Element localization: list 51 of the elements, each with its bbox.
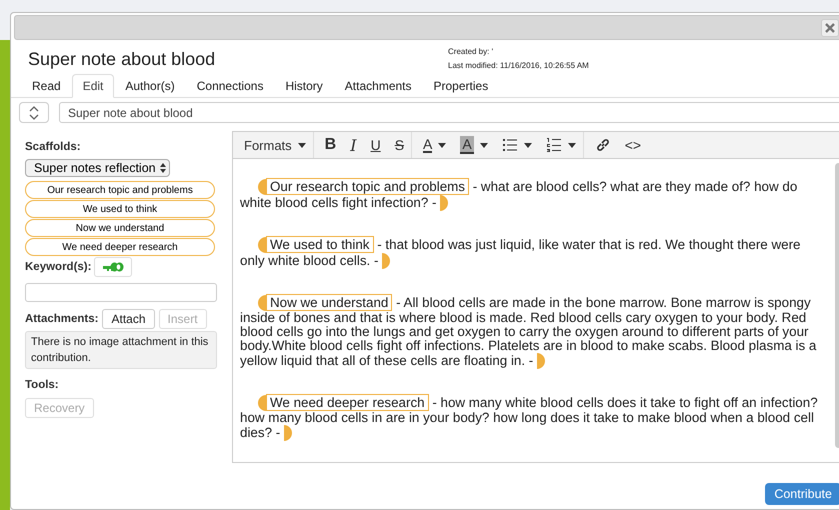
created-by-text: Created by: ' — [448, 47, 494, 56]
scaffolds-label: Scaffolds: — [25, 141, 81, 153]
italic-button[interactable]: I — [343, 133, 364, 157]
key-icon — [102, 261, 124, 273]
keywords-label: Keyword(s): — [25, 261, 92, 273]
attachment-button[interactable]: Attach — [102, 309, 155, 329]
paragraph: We need deeper research - how many white blood cells does it take to fight off an infection? how many blood cells in are in your body? how long does it take to make blood when a blood cell dies? - — [240, 395, 818, 441]
last-modified-text: Last modified: 11/16/2016, 10:26:55 AM — [448, 61, 589, 70]
forecolor-button[interactable]: A — [416, 133, 454, 157]
close-icon — [825, 22, 835, 32]
up-down-caret-icon — [160, 163, 166, 173]
contribute-button[interactable]: Contribute — [765, 483, 839, 505]
tab[interactable]: Author(s) — [114, 74, 186, 98]
code-button[interactable]: <> — [618, 133, 648, 157]
caret-icon — [438, 142, 446, 148]
title-field[interactable]: Super note about blood — [59, 102, 839, 123]
attachments-label: Attachments: — [25, 313, 98, 325]
scaffold-button[interactable]: We need deeper research — [25, 238, 215, 256]
link-icon — [594, 137, 611, 153]
tab[interactable]: Properties — [422, 74, 500, 98]
reorder-button[interactable] — [19, 102, 49, 123]
close-button[interactable] — [821, 18, 839, 36]
scaffold-button[interactable]: Our research topic and problems — [25, 181, 215, 199]
key-button[interactable] — [94, 257, 132, 277]
tab[interactable]: Edit — [72, 74, 114, 98]
caret-icon — [524, 142, 532, 148]
bullet-list-icon — [502, 138, 518, 152]
strike-button[interactable]: S — [388, 132, 412, 158]
attachment-message: There is no image attachment in this contribution. — [25, 331, 217, 369]
numbered-list-icon — [546, 137, 562, 153]
scaffold-button[interactable]: We used to think — [25, 200, 215, 218]
formats-dropdown[interactable]: Formats — [237, 132, 314, 158]
tab[interactable]: Read — [21, 74, 72, 98]
caret-icon — [568, 142, 576, 148]
scaffold-button[interactable]: Now we understand — [25, 219, 215, 237]
caret-icon — [298, 142, 306, 148]
bold-button[interactable]: B — [318, 133, 344, 157]
note-title: Super note about blood — [28, 49, 216, 70]
underline-button[interactable]: U — [364, 133, 388, 157]
tab[interactable]: Attachments — [334, 74, 422, 98]
paragraph: We used to think - that blood was just liquid, like water that is red. We thought there were only white blood cells. - — [240, 237, 802, 269]
backcolor-button[interactable]: A — [453, 133, 495, 157]
keyword-field[interactable] — [25, 283, 217, 302]
scaffold-select[interactable]: Super notes reflection — [25, 159, 170, 177]
up-down-arrows-icon — [29, 106, 39, 120]
caret-icon — [480, 142, 488, 148]
tab[interactable]: History — [274, 74, 334, 98]
paragraph: Our research topic and problems - what are blood cells? what are they made of? how do white blood cells fight infection? - — [240, 179, 798, 211]
tab[interactable]: Connections — [186, 74, 274, 98]
paragraph: Now we understand - All blood cells are made in the bone marrow. Bone marrow is spongy inside of bones and that is where blood is made. Red blood cells cary oxygen to your body. Red blood cells go into the lungs and get oxygen to carry the oxygen around to different parts of your body.White blood cells fight off infections. Platelets are in blood to make scabs. Blood plasma is a yellow liquid that all of these cells are floating in. - — [240, 295, 818, 369]
tools-label: Tools: — [25, 379, 59, 391]
